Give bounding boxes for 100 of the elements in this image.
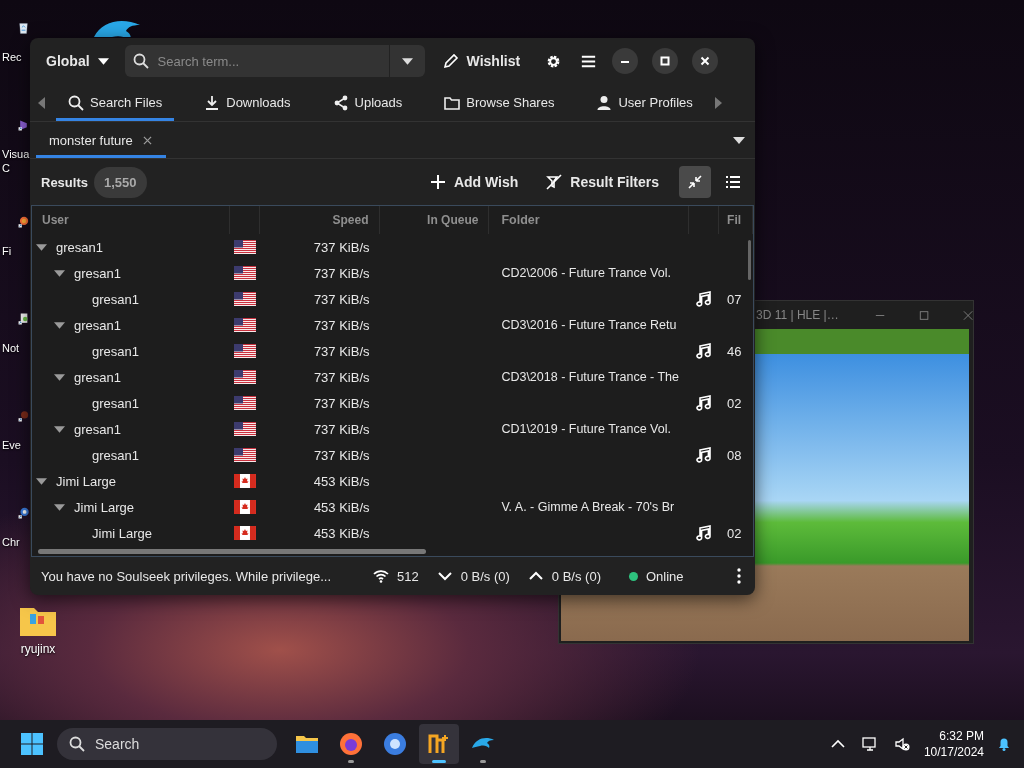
music-note-icon (696, 343, 713, 359)
column-header[interactable]: Fil (727, 213, 742, 227)
column-header[interactable]: In Queue (427, 213, 479, 227)
speed-cell: 453 KiB/s (313, 499, 370, 515)
expander-arrow-icon[interactable] (54, 501, 65, 513)
result-filters-button[interactable]: Result Filters (538, 168, 667, 196)
folder-cell: CD2\2006 - Future Trance Vol. (501, 266, 671, 280)
taskbar-app-button[interactable] (419, 724, 459, 764)
taskbar-search-field[interactable]: Search (57, 728, 277, 760)
music-note-icon (696, 291, 713, 307)
us-flag-icon (233, 240, 256, 254)
minimize-button[interactable] (612, 48, 639, 74)
download-icon (204, 94, 221, 111)
caret-icon (97, 57, 109, 65)
expander-arrow-icon[interactable] (54, 423, 65, 435)
search-input[interactable]: Search term... (155, 52, 389, 70)
search-tab-label: monster future (49, 132, 133, 148)
music-note-icon (696, 447, 713, 463)
start-icon[interactable] (20, 732, 44, 756)
scope-dropdown[interactable]: Global (38, 47, 117, 75)
maximize-icon[interactable] (918, 309, 929, 321)
scroll-left-icon[interactable] (38, 96, 46, 109)
results-label: Results (41, 174, 88, 190)
search-icon (132, 53, 149, 69)
user-cell: gresan1 (74, 369, 121, 385)
expander-arrow-icon[interactable] (36, 475, 47, 487)
maximize-button[interactable] (652, 48, 679, 74)
muted-speaker-icon[interactable] (893, 736, 910, 752)
user-cell: gresan1 (92, 395, 139, 411)
results-count: 1,550 (93, 166, 147, 198)
folder-cell: V. A. - Gimme A Break - 70's Br (501, 500, 675, 514)
user-cell: gresan1 (74, 421, 121, 437)
file-cell: 02 (727, 525, 742, 541)
notification-bell-icon[interactable] (996, 736, 1012, 752)
tab[interactable]: Browse Shares (432, 84, 567, 121)
clock-time[interactable]: 6:32 PM (939, 728, 984, 744)
collapse-button[interactable] (679, 166, 711, 198)
vertical-scrollbar[interactable] (748, 240, 751, 280)
dropdown-caret-icon[interactable] (733, 136, 745, 144)
wishlist-button[interactable]: Wishlist (434, 47, 529, 75)
speed-cell: 453 KiB/s (313, 473, 370, 489)
more-options-icon[interactable] (737, 568, 741, 584)
browser-icon (383, 732, 407, 756)
file-cell: 02 (727, 395, 742, 411)
desktop-icon-label: ryujinx (19, 642, 57, 656)
search-tab[interactable]: monster future (36, 122, 166, 158)
expander-arrow-icon[interactable] (54, 371, 65, 383)
speed-cell: 737 KiB/s (313, 239, 370, 255)
us-flag-icon (233, 292, 256, 306)
speed-cell: 737 KiB/s (313, 265, 370, 281)
clock-date[interactable]: 10/17/2024 (923, 744, 984, 760)
connection-status: Online (646, 568, 684, 584)
expander-arrow-icon[interactable] (54, 267, 65, 279)
expander-arrow-icon[interactable] (36, 241, 47, 253)
column-header[interactable]: Speed (332, 213, 369, 227)
browser-icon (339, 732, 363, 756)
add-wish-button[interactable]: Add Wish (421, 168, 527, 196)
folder-cell: CD3\2016 - Future Trance Retu (501, 318, 677, 332)
user-cell: gresan1 (56, 239, 103, 255)
user-icon (596, 94, 613, 111)
tab[interactable]: User Profiles (584, 84, 705, 121)
folder-cell: CD3\2018 - Future Trance - The (501, 370, 680, 384)
close-button[interactable] (692, 48, 719, 74)
app-logo-icon (427, 732, 451, 756)
horizontal-scrollbar[interactable] (38, 549, 426, 554)
taskbar-search-input[interactable]: Search (93, 735, 247, 753)
search-icon (69, 736, 85, 752)
column-header[interactable]: Folder (501, 213, 540, 227)
search-field[interactable]: Search term... (124, 45, 425, 77)
speed-cell: 737 KiB/s (313, 421, 370, 437)
search-icon (68, 94, 84, 111)
expander-arrow-icon[interactable] (54, 319, 65, 331)
us-flag-icon (233, 448, 256, 462)
file-cell: 07 (727, 291, 742, 307)
us-flag-icon (233, 396, 256, 410)
close-tab-icon[interactable] (142, 135, 152, 145)
user-cell: gresan1 (92, 291, 139, 307)
dropdown-caret-icon[interactable] (401, 57, 413, 65)
download-speed: 0 B/s (0) (460, 568, 510, 584)
scroll-right-icon[interactable] (713, 96, 722, 109)
tab[interactable]: Uploads (320, 84, 415, 121)
desktop-icon-label: Chr (2, 535, 21, 549)
speed-cell: 737 KiB/s (313, 317, 370, 333)
folder-cell: CD1\2019 - Future Trance Vol. (501, 422, 671, 436)
user-cell: Jimi Large (92, 525, 152, 541)
speed-cell: 737 KiB/s (313, 447, 370, 463)
canada-flag-icon (233, 474, 256, 488)
us-flag-icon (233, 318, 256, 332)
speed-cell: 737 KiB/s (313, 291, 370, 307)
desktop-icon-label: Fi (2, 244, 13, 258)
plus-icon (429, 174, 446, 190)
wifi-icon (373, 568, 390, 584)
file-cell: 46 (727, 343, 742, 359)
us-flag-icon (233, 344, 256, 358)
tab[interactable]: Downloads (192, 84, 303, 121)
desktop-icon-label: Not (2, 341, 21, 355)
column-header[interactable]: User (42, 213, 69, 227)
tab[interactable]: Search Files (56, 84, 175, 121)
us-flag-icon (233, 370, 256, 384)
network-icon[interactable] (861, 736, 878, 752)
